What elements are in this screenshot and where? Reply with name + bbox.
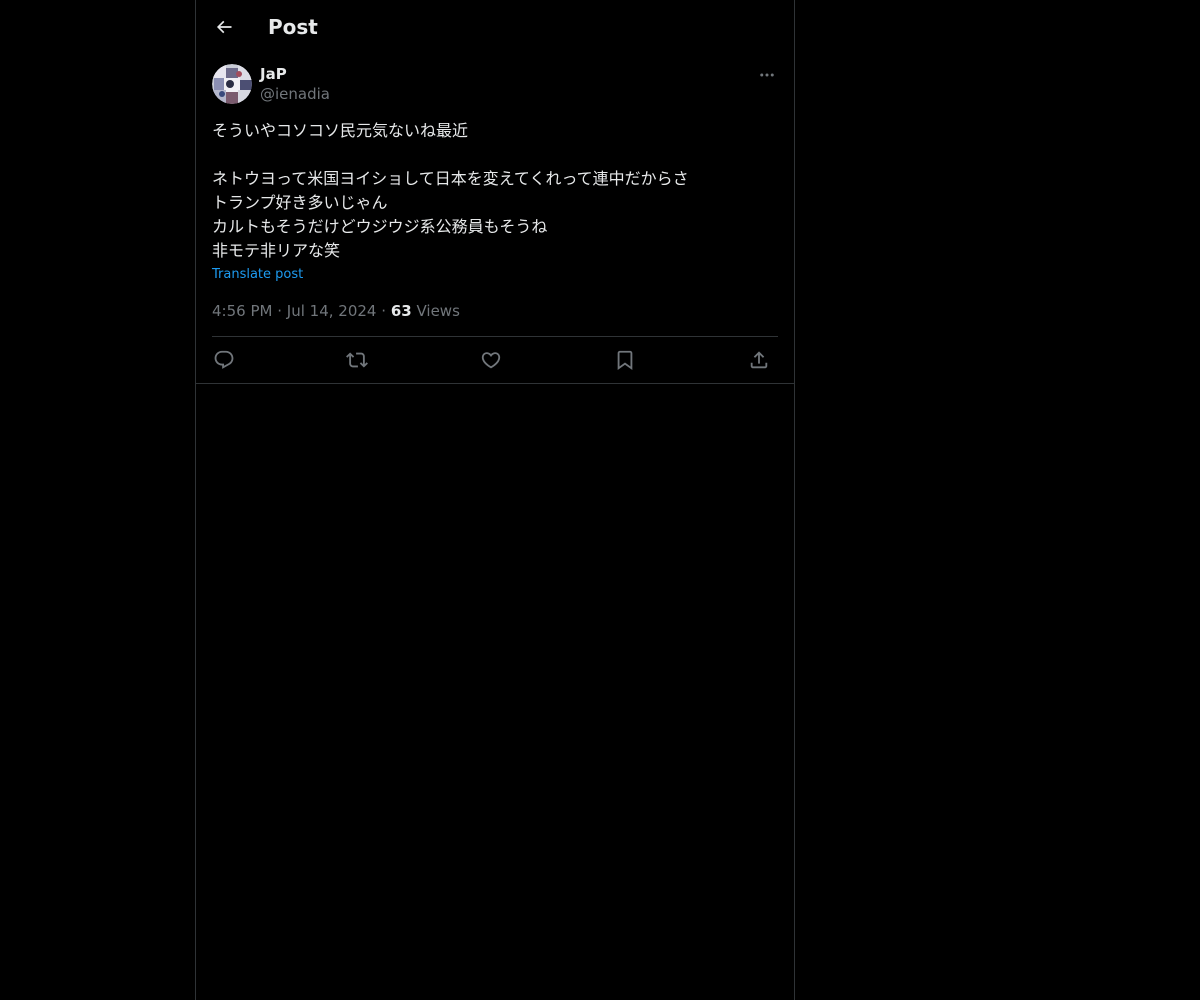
more-options-button[interactable] — [756, 64, 778, 86]
post-text-line: トランプ好き多いじゃん — [212, 193, 388, 212]
main-column: Post JaP @ienadia そういやコソコソ民元気ないね最近 ネトウヨっ… — [195, 0, 795, 1000]
bookmark-button[interactable] — [613, 348, 637, 372]
meta-separator: · — [277, 302, 283, 320]
meta-separator: · — [381, 302, 387, 320]
heart-icon — [481, 352, 501, 369]
post-text-line: 非モテ非リアな笑 — [212, 241, 341, 260]
avatar[interactable] — [212, 64, 252, 104]
post-text-line: そういやコソコソ民元気ないね最近 — [212, 121, 469, 140]
views-label: Views — [416, 302, 460, 320]
author-block: JaP @ienadia — [260, 64, 330, 104]
post-text-line: ネトウヨって米国ヨイショして日本を変えてくれって連中だからさ — [212, 169, 689, 188]
back-button[interactable] — [208, 11, 240, 43]
post-text-line: カルトもそうだけどウジウジ系公務員もそうね — [212, 217, 548, 236]
author-display-name[interactable]: JaP — [260, 64, 330, 84]
post-date[interactable]: Jul 14, 2024 — [287, 302, 377, 320]
more-horizontal-icon — [760, 73, 774, 77]
reply-button[interactable] — [212, 348, 236, 372]
divider — [196, 383, 794, 384]
post-text: そういやコソコソ民元気ないね最近ネトウヨって米国ヨイショして日本を変えてくれって… — [212, 119, 778, 263]
avatar-image — [212, 64, 252, 104]
bookmark-icon — [617, 350, 633, 371]
page-header: Post — [196, 0, 794, 53]
post-meta: 4:56 PM · Jul 14, 2024 · 63 Views — [212, 301, 460, 321]
post-text-line — [212, 143, 778, 167]
author-handle[interactable]: @ienadia — [260, 84, 330, 104]
share-icon — [750, 351, 768, 369]
repost-button[interactable] — [345, 348, 369, 372]
like-button[interactable] — [479, 348, 503, 372]
share-button[interactable] — [747, 348, 771, 372]
repost-icon — [346, 352, 368, 368]
post-time[interactable]: 4:56 PM — [212, 302, 272, 320]
arrow-left-icon — [216, 20, 232, 34]
post-actions — [212, 337, 778, 383]
reply-icon — [214, 350, 234, 369]
views-count: 63 — [390, 302, 412, 320]
page-title: Post — [268, 15, 318, 39]
translate-post-link[interactable]: Translate post — [212, 267, 303, 283]
